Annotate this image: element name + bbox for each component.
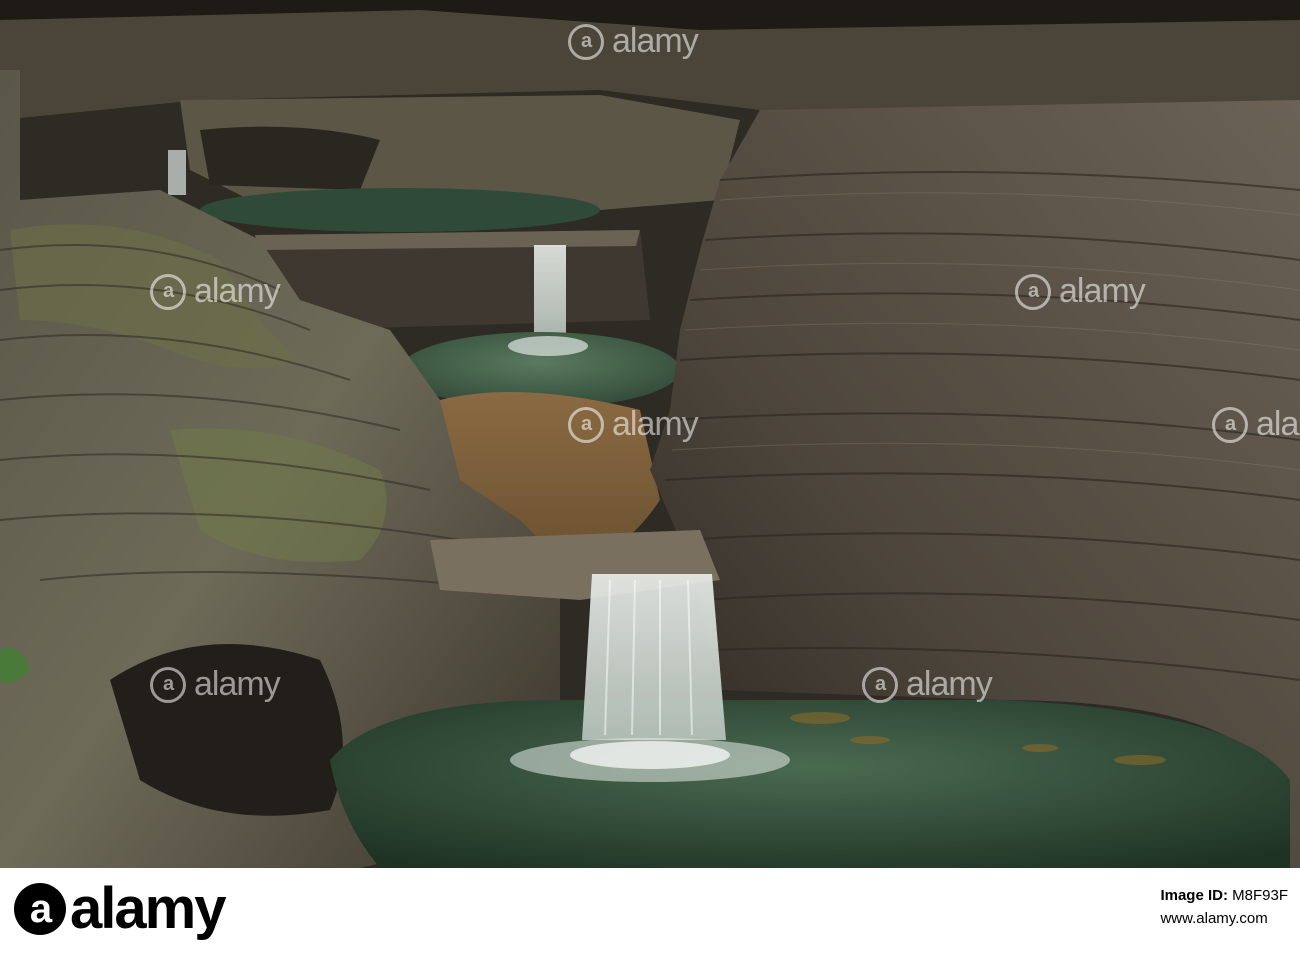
watermark-top: a alamy [568,22,699,61]
watermark-text: alamy [194,665,281,703]
watermark-logo-icon: a [862,666,898,703]
watermark-logo-icon: a [568,23,604,60]
watermark-logo-icon: a [150,666,186,703]
watermark-bottom-right: a alamy [862,665,993,704]
watermark-left: a alamy [150,272,281,311]
footer-bar: a alamy Image ID: M8F93F www.alamy.com [0,868,1300,956]
watermark-text: alamy [1256,405,1300,443]
alamy-logo[interactable]: a alamy [14,876,226,941]
watermark-logo-icon: a [1212,406,1248,443]
photograph: a alamy a alamy a alamy a alamy a alamy … [0,0,1300,868]
image-id-value: M8F93F [1232,887,1288,904]
image-id-line: Image ID: M8F93F [1160,884,1288,907]
watermark-logo-icon: a [568,406,604,443]
watermark-text: alamy [194,272,281,310]
watermark-text: alamy [906,665,993,703]
watermark-center: a alamy [568,405,699,444]
watermark-text: alamy [612,405,699,443]
watermark-bottom-left: a alamy [150,665,281,704]
image-info: Image ID: M8F93F www.alamy.com [1160,884,1288,930]
image-id-label: Image ID: [1160,887,1228,904]
watermark-right: a alamy [1015,272,1146,311]
watermark-logo-icon: a [1015,273,1051,310]
alamy-url[interactable]: www.alamy.com [1160,907,1288,930]
alamy-logo-text: alamy [70,876,226,941]
watermark-logo-icon: a [150,273,186,310]
watermark-far-right: a alamy [1212,405,1300,444]
watermark-text: alamy [1059,272,1146,310]
alamy-logo-icon: a [14,883,66,935]
watermark-text: alamy [612,22,699,60]
